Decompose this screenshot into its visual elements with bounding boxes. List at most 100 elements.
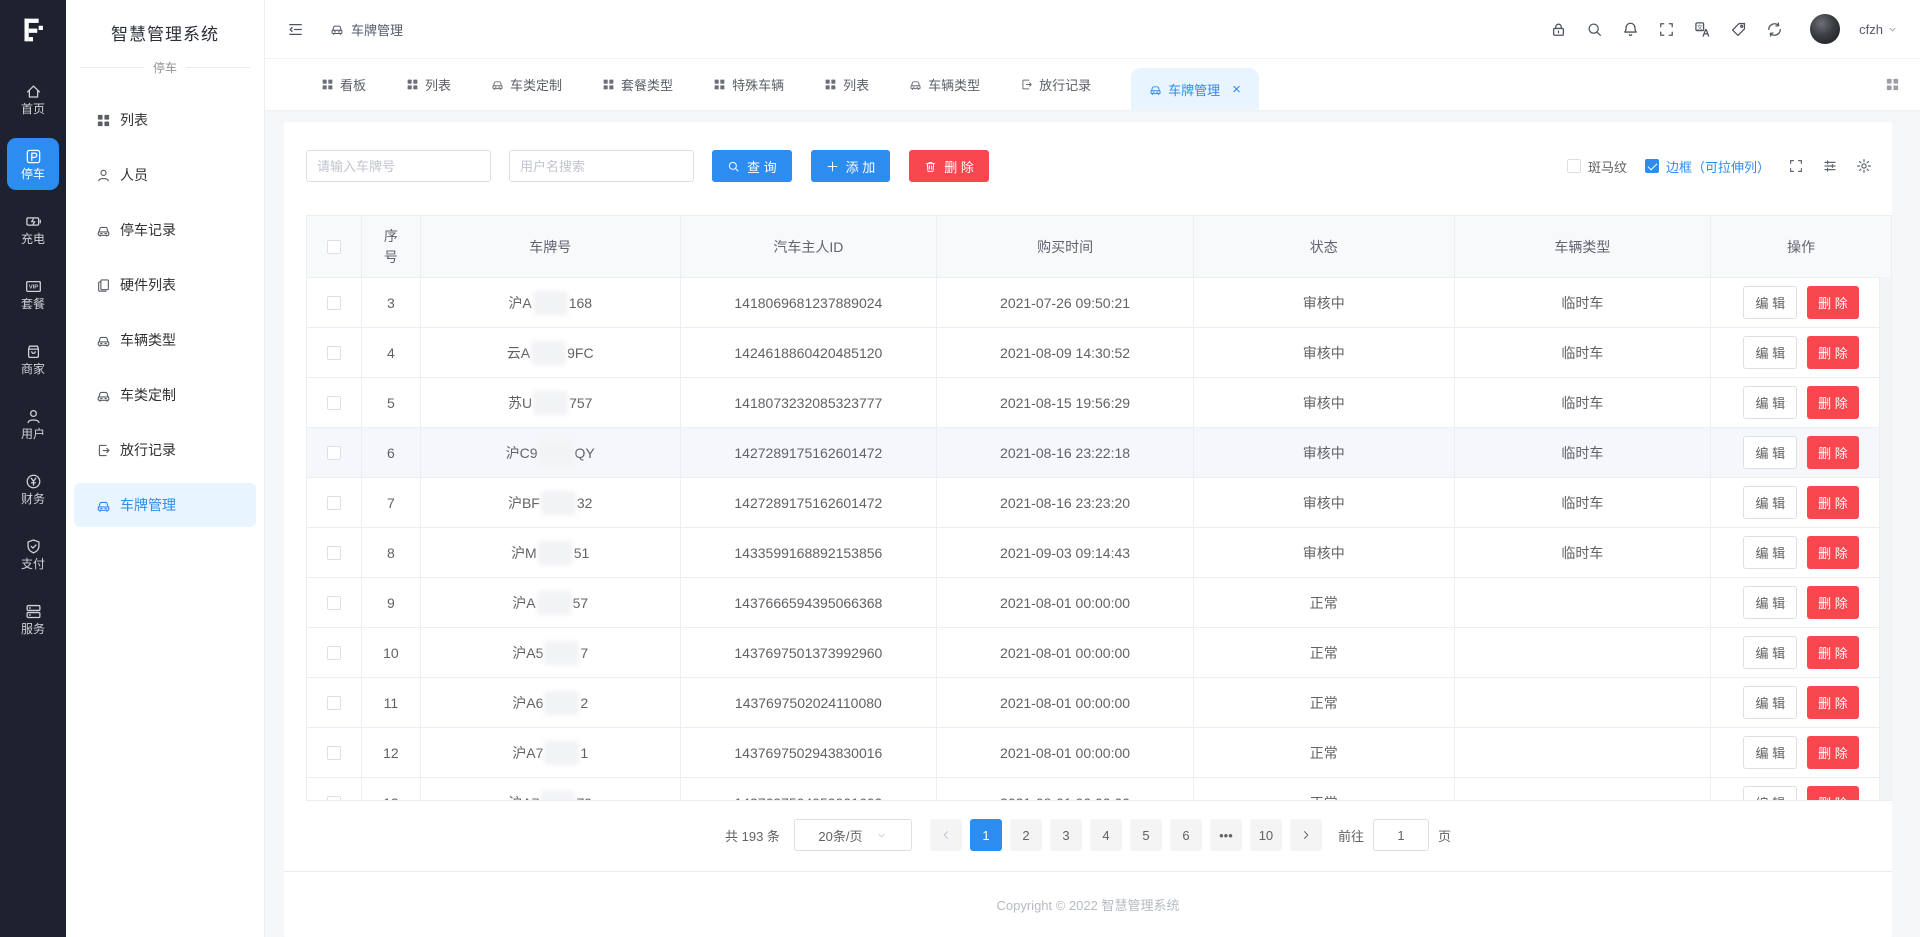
plate-search-input[interactable] [306,150,491,182]
edit-button[interactable]: 编 辑 [1743,436,1797,469]
edit-button[interactable]: 编 辑 [1743,636,1797,669]
delete-button[interactable]: 删 除 [1807,436,1859,469]
row-checkbox[interactable] [327,546,341,560]
sidebar-item-hardware-list[interactable]: 硬件列表 [66,263,264,307]
rail-item-home[interactable]: 首页 [7,73,59,125]
edit-button[interactable]: 编 辑 [1743,386,1797,419]
tab-list-1[interactable]: 列表 [406,75,451,94]
row-checkbox[interactable] [327,596,341,610]
page-button-3[interactable]: 3 [1050,819,1082,851]
tab-close-icon[interactable]: × [1232,82,1241,97]
table-row: 8 沪M51 1433599168892153856 2021-09-03 09… [307,527,1891,577]
delete-button[interactable]: 删 除 [1807,636,1859,669]
rail-item-merchant[interactable]: 商家 [7,333,59,385]
delete-button[interactable]: 删 除 [1807,486,1859,519]
rail-item-service[interactable]: 服务 [7,593,59,645]
sidebar-item-vehicle-custom[interactable]: 车类定制 [66,373,264,417]
rail-item-user[interactable]: 用户 [7,398,59,450]
delete-button[interactable]: 删 除 [1807,586,1859,619]
page-button-1[interactable]: 1 [970,819,1002,851]
row-checkbox[interactable] [327,646,341,660]
bell-icon[interactable] [1622,21,1639,38]
add-button[interactable]: 添 加 [811,150,891,182]
search-icon[interactable] [1586,21,1603,38]
edit-button[interactable]: 编 辑 [1743,786,1797,800]
rail-item-charge[interactable]: 充电 [7,203,59,255]
username-search-input[interactable] [509,150,694,182]
edit-button[interactable]: 编 辑 [1743,736,1797,769]
sidebar-item-vehicle-type[interactable]: 车辆类型 [66,318,264,362]
fullscreen-icon[interactable] [1658,21,1675,38]
fullscreen-icon[interactable] [1788,158,1804,174]
tab-special-vehicle[interactable]: 特殊车辆 [713,75,784,94]
row-checkbox[interactable] [327,696,341,710]
page-size-select[interactable]: 20条/页 [794,819,912,851]
zebra-stripe-label: 斑马纹 [1588,157,1627,176]
user-menu[interactable]: cfzh [1859,22,1898,37]
rail-item-package[interactable]: VIP套餐 [7,268,59,320]
edit-button[interactable]: 编 辑 [1743,336,1797,369]
plate-suffix: 32 [577,495,593,511]
gear-icon[interactable] [1856,158,1872,174]
sidebar-item-plate-management[interactable]: 车牌管理 [74,483,256,527]
tab-vehicle-type[interactable]: 车辆类型 [909,75,980,94]
rail-item-parking[interactable]: 停车 [7,138,59,190]
sidebar-item-release-records[interactable]: 放行记录 [66,428,264,472]
row-checkbox[interactable] [327,296,341,310]
page-button-2[interactable]: 2 [1010,819,1042,851]
row-checkbox[interactable] [327,446,341,460]
zebra-stripe-checkbox[interactable]: 斑马纹 [1567,157,1627,176]
lock-icon[interactable] [1550,21,1567,38]
tab-release-records[interactable]: 放行记录 [1020,75,1091,94]
row-checkbox[interactable] [327,746,341,760]
delete-button[interactable]: 删 除 [1807,386,1859,419]
page-button-10[interactable]: 10 [1250,819,1282,851]
car-icon [96,333,111,348]
sidebar-item-parking-records[interactable]: 停车记录 [66,208,264,252]
page-button-6[interactable]: 6 [1170,819,1202,851]
row-checkbox[interactable] [327,396,341,410]
next-page-button[interactable] [1290,819,1322,851]
tab-package-type[interactable]: 套餐类型 [602,75,673,94]
delete-button[interactable]: 删 除 [1807,686,1859,719]
edit-button[interactable]: 编 辑 [1743,536,1797,569]
grid-icon [406,78,419,91]
delete-button[interactable]: 删 除 [1807,736,1859,769]
delete-button[interactable]: 删 除 [909,150,989,182]
tab-vehicle-custom[interactable]: 车类定制 [491,75,562,94]
rail-item-finance[interactable]: 财务 [7,463,59,515]
select-all-checkbox[interactable] [327,240,341,254]
page-button-5[interactable]: 5 [1130,819,1162,851]
row-checkbox[interactable] [327,496,341,510]
delete-button[interactable]: 删 除 [1807,786,1859,800]
edit-button[interactable]: 编 辑 [1743,286,1797,319]
tab-options-grid-icon[interactable] [1885,59,1900,110]
rail-item-payment[interactable]: 支付 [7,528,59,580]
tab-dashboard[interactable]: 看板 [321,75,366,94]
refresh-icon[interactable] [1766,21,1783,38]
search-button[interactable]: 查 询 [712,150,792,182]
avatar[interactable] [1810,14,1840,44]
tab-list-2[interactable]: 列表 [824,75,869,94]
edit-button[interactable]: 编 辑 [1743,686,1797,719]
border-checkbox[interactable]: 边框（可拉伸列） [1645,157,1770,176]
edit-button[interactable]: 编 辑 [1743,586,1797,619]
goto-page-input[interactable] [1373,819,1429,851]
delete-button[interactable]: 删 除 [1807,286,1859,319]
more-pages-button[interactable]: ••• [1210,819,1242,851]
sidebar-item-personnel[interactable]: 人员 [66,153,264,197]
tab-plate-management[interactable]: 车牌管理× [1131,68,1259,110]
page-button-4[interactable]: 4 [1090,819,1122,851]
row-checkbox[interactable] [327,346,341,360]
prev-page-button[interactable] [930,819,962,851]
menu-collapse-icon[interactable] [287,21,304,38]
translate-icon[interactable]: 文 [1694,21,1711,38]
edit-button[interactable]: 编 辑 [1743,486,1797,519]
table-scrollbar[interactable] [1879,277,1891,800]
delete-button[interactable]: 删 除 [1807,536,1859,569]
row-checkbox[interactable] [327,796,341,801]
tag-icon[interactable] [1730,21,1747,38]
column-settings-icon[interactable] [1822,158,1838,174]
delete-button[interactable]: 删 除 [1807,336,1859,369]
sidebar-item-list[interactable]: 列表 [66,98,264,142]
